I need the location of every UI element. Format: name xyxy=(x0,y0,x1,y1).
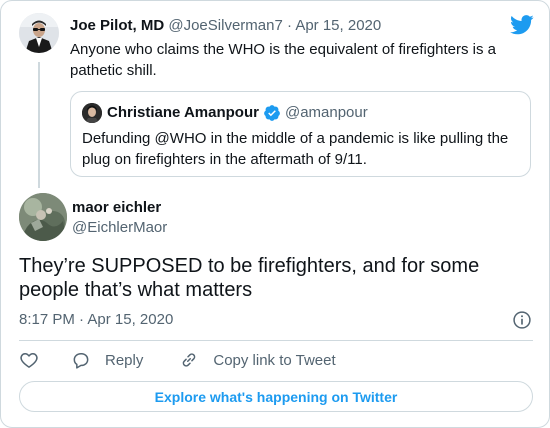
main-tweet-timestamp[interactable]: 8:17 PM · Apr 15, 2020 xyxy=(19,310,173,330)
main-tweet-time: 8:17 PM xyxy=(19,311,75,328)
parent-tweet-text: Anyone who claims the WHO is the equival… xyxy=(70,41,497,79)
parent-author-name[interactable]: Joe Pilot, MD xyxy=(70,17,164,34)
parent-tweet-header: Joe Pilot, MD @JoeSilverman7 · Apr 15, 2… xyxy=(70,16,381,36)
explore-button-label: Explore what's happening on Twitter xyxy=(154,388,398,405)
verified-badge-icon xyxy=(264,105,280,121)
main-tweet-separator: · xyxy=(79,311,85,328)
quoted-tweet-card[interactable]: Christiane Amanpour @amanpour Defunding … xyxy=(70,91,531,177)
parent-tweet-date[interactable]: Apr 15, 2020 xyxy=(295,17,381,34)
main-tweet-date: Apr 15, 2020 xyxy=(87,311,174,328)
quoted-author-name: Christiane Amanpour xyxy=(107,104,259,121)
quoted-tweet-header: Christiane Amanpour @amanpour xyxy=(107,103,368,123)
main-author-handle[interactable]: @EichlerMaor xyxy=(72,218,167,238)
reply-button[interactable]: Reply xyxy=(71,350,143,370)
quoted-author-avatar xyxy=(82,103,102,123)
link-icon xyxy=(183,353,196,367)
explore-twitter-button[interactable]: Explore what's happening on Twitter xyxy=(19,381,533,412)
parent-author-avatar[interactable] xyxy=(19,13,59,53)
like-button[interactable] xyxy=(19,350,39,370)
quoted-tweet-text: Defunding @WHO in the middle of a pandem… xyxy=(82,130,509,168)
main-author-name[interactable]: maor eichler xyxy=(72,198,161,218)
parent-author-handle[interactable]: @JoeSilverman7 xyxy=(168,17,282,34)
copy-link-label: Copy link to Tweet xyxy=(213,351,336,369)
main-author-avatar[interactable] xyxy=(19,193,67,241)
thread-connector-line xyxy=(38,62,40,188)
quoted-author-handle: @amanpour xyxy=(284,104,368,121)
heart-icon xyxy=(20,353,38,368)
tweet-embed-card: Joe Pilot, MD @JoeSilverman7 · Apr 15, 2… xyxy=(0,0,550,428)
tweet-actions-bar: Reply Copy link to Tweet xyxy=(19,348,372,372)
parent-separator: · xyxy=(286,17,292,34)
copy-link-button[interactable]: Copy link to Tweet xyxy=(179,350,336,370)
actions-divider xyxy=(19,340,533,341)
speech-bubble-icon xyxy=(73,353,89,369)
info-icon[interactable] xyxy=(512,310,532,330)
main-tweet-text: They’re SUPPOSED to be firefighters, and… xyxy=(19,255,480,301)
twitter-bird-icon[interactable] xyxy=(510,15,534,35)
reply-label: Reply xyxy=(105,351,144,369)
